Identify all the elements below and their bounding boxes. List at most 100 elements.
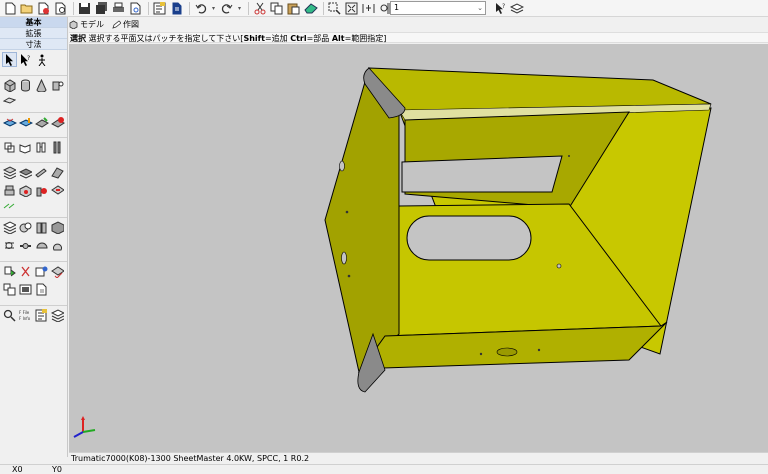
zoom-level-icon[interactable] bbox=[361, 1, 376, 16]
rib-icon[interactable] bbox=[50, 140, 65, 155]
unfold-icon[interactable] bbox=[2, 140, 17, 155]
connector-icon[interactable] bbox=[18, 238, 33, 253]
sheet-bend-icon[interactable] bbox=[2, 115, 17, 130]
walk-icon[interactable] bbox=[34, 52, 49, 67]
help-select-icon[interactable]: ? bbox=[18, 52, 33, 67]
help-pointer-icon[interactable]: ? bbox=[493, 1, 508, 16]
tab-model[interactable]: モデル bbox=[69, 19, 104, 30]
stack-icon[interactable] bbox=[2, 165, 17, 180]
3d-viewport[interactable] bbox=[69, 44, 768, 452]
side-hole-small bbox=[347, 274, 351, 278]
sheet-hem-icon[interactable] bbox=[34, 115, 49, 130]
boolean-icon[interactable] bbox=[18, 220, 33, 235]
cut-line-icon[interactable] bbox=[2, 198, 17, 213]
svg-text:F Info: F Info bbox=[19, 316, 31, 321]
palette-tab-extended[interactable]: 拡張 bbox=[0, 28, 67, 39]
helmet-icon[interactable] bbox=[34, 238, 49, 253]
palette-tab-basic[interactable]: 基本 bbox=[0, 17, 67, 28]
zoom-icon[interactable] bbox=[2, 308, 17, 323]
sheet-metal-part[interactable] bbox=[69, 44, 768, 452]
save-icon[interactable] bbox=[77, 1, 92, 16]
layer-plate-icon[interactable] bbox=[18, 165, 33, 180]
cone-solid-icon[interactable] bbox=[34, 78, 49, 93]
tap-icon[interactable] bbox=[2, 183, 17, 198]
corner-icon[interactable] bbox=[50, 165, 65, 180]
clip-icon[interactable] bbox=[50, 238, 65, 253]
box-solid-icon[interactable] bbox=[2, 78, 17, 93]
new-file-icon[interactable] bbox=[2, 1, 17, 16]
extrude-solid-icon[interactable] bbox=[50, 78, 65, 93]
punch-icon[interactable] bbox=[34, 183, 49, 198]
fold-icon[interactable] bbox=[18, 140, 33, 155]
import-icon[interactable] bbox=[36, 1, 51, 16]
hole-icon[interactable] bbox=[18, 183, 33, 198]
view-tabs: モデル 作図 bbox=[69, 18, 147, 31]
nesting-icon[interactable] bbox=[2, 282, 17, 297]
cut-icon[interactable] bbox=[252, 1, 267, 16]
palette-row-assembly bbox=[0, 236, 67, 255]
prompt-alt-key: Alt bbox=[331, 34, 345, 43]
undo-dropdown-icon[interactable]: ▾ bbox=[210, 1, 217, 16]
drawing-sheet-icon[interactable] bbox=[18, 282, 33, 297]
eraser-icon[interactable] bbox=[303, 1, 318, 16]
bend-table-icon[interactable] bbox=[34, 264, 49, 279]
shell-icon[interactable] bbox=[50, 220, 65, 235]
back-hole bbox=[568, 155, 570, 157]
palette-row-weld bbox=[0, 261, 67, 280]
palette-row-sheet bbox=[0, 112, 67, 131]
sheet-flange-icon[interactable] bbox=[18, 115, 33, 130]
tab-drawing[interactable]: 作図 bbox=[112, 19, 139, 30]
palette-row-solid-ops bbox=[0, 217, 67, 236]
toolbar-separator bbox=[73, 1, 74, 15]
sheet-delete-icon[interactable] bbox=[50, 115, 65, 130]
prompt-mode: 選択 bbox=[70, 34, 86, 43]
paste-icon[interactable] bbox=[286, 1, 301, 16]
search-file-icon[interactable] bbox=[53, 1, 68, 16]
pen-edit-icon[interactable] bbox=[34, 165, 49, 180]
side-hole bbox=[339, 160, 345, 172]
pencil-icon bbox=[112, 20, 121, 29]
prompt-shift-key: Shift bbox=[243, 34, 265, 43]
copy-icon[interactable] bbox=[269, 1, 284, 16]
palette-row-solids bbox=[0, 75, 67, 94]
save-all-icon[interactable] bbox=[94, 1, 109, 16]
solid-stack-icon[interactable] bbox=[2, 220, 17, 235]
palette-tab-dimension[interactable]: 寸法 bbox=[0, 39, 67, 50]
status-bar: Trumatic7000(K08)-1300 SheetMaster 4.0KW… bbox=[69, 452, 768, 464]
svg-text:?: ? bbox=[27, 55, 30, 62]
file-info-icon[interactable]: F File F Info bbox=[18, 308, 33, 323]
split-icon[interactable] bbox=[34, 220, 49, 235]
palette-row-select: ? bbox=[0, 50, 67, 69]
link-icon[interactable] bbox=[2, 238, 17, 253]
export-icon[interactable] bbox=[34, 282, 49, 297]
zoom-window-icon[interactable] bbox=[327, 1, 342, 16]
layer-list-icon[interactable] bbox=[50, 308, 65, 323]
form-tool-icon[interactable] bbox=[50, 183, 65, 198]
check-icon[interactable] bbox=[50, 264, 65, 279]
scissors-icon[interactable] bbox=[18, 264, 33, 279]
copy-doc-icon[interactable] bbox=[169, 1, 184, 16]
notes-icon[interactable] bbox=[34, 308, 49, 323]
command-palette: 基本 拡張 寸法 ? F File F Info bbox=[0, 17, 68, 457]
redo-dropdown-icon[interactable]: ▾ bbox=[236, 1, 243, 16]
checklist-icon[interactable] bbox=[152, 1, 167, 16]
open-folder-icon[interactable] bbox=[19, 1, 34, 16]
select-arrow-icon[interactable] bbox=[2, 52, 17, 67]
prompt-alt-text: =範囲指定] bbox=[344, 34, 387, 43]
layers-icon[interactable] bbox=[509, 1, 524, 16]
side-hole bbox=[341, 251, 347, 265]
top-window-cutout bbox=[401, 155, 563, 193]
flange-wall-icon[interactable] bbox=[34, 140, 49, 155]
zoom-fit-icon[interactable] bbox=[344, 1, 359, 16]
print-preview-icon[interactable] bbox=[128, 1, 143, 16]
toolbar-separator bbox=[189, 1, 190, 15]
layer-select[interactable]: 1 ⌄ bbox=[390, 1, 486, 15]
redo-icon[interactable] bbox=[219, 1, 234, 16]
undo-icon[interactable] bbox=[193, 1, 208, 16]
plate-icon[interactable] bbox=[2, 93, 17, 108]
machine-info: Trumatic7000(K08)-1300 SheetMaster 4.0KW… bbox=[71, 454, 310, 463]
print-icon[interactable] bbox=[111, 1, 126, 16]
weld-icon[interactable] bbox=[2, 264, 17, 279]
cylinder-solid-icon[interactable] bbox=[18, 78, 33, 93]
palette-row-unfold bbox=[0, 137, 67, 156]
